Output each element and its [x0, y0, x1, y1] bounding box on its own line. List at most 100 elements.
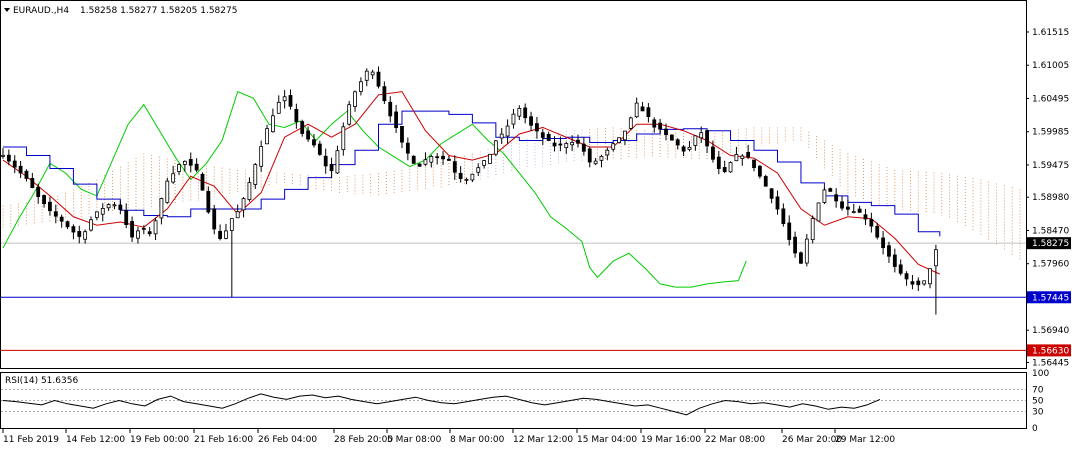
candle-body — [845, 206, 850, 210]
price-axis: 1.61515 1.61005 1.60495 1.59985 1.59475 1.589… — [1026, 28, 1071, 368]
time-tick-label: 26 Mar 20:00 — [782, 435, 842, 445]
main-plot-frame — [0, 0, 1027, 369]
rsi-tick-label: 30 — [1032, 408, 1044, 418]
chart-canvas[interactable]: 1.61515 1.61005 1.60495 1.59985 1.59475 1.589… — [0, 0, 1072, 450]
candle-body — [347, 104, 352, 125]
candle-body — [270, 115, 275, 133]
candle-body — [400, 125, 404, 143]
candle-body — [353, 91, 357, 107]
candle-body — [12, 160, 17, 168]
candle-body — [781, 208, 786, 224]
candle-body — [370, 71, 375, 76]
candle-body — [593, 160, 598, 165]
candle-body — [875, 225, 880, 238]
candle-body — [558, 143, 563, 146]
candle-body — [511, 113, 516, 125]
price-tick-label: 1.61005 — [1032, 61, 1069, 71]
rsi-label: RSI(14) 51.6356 — [5, 376, 78, 386]
candle-body — [476, 167, 481, 173]
candle-body — [53, 211, 58, 217]
candle-body — [722, 167, 727, 173]
candle-body — [464, 178, 469, 181]
candle-body — [828, 188, 833, 192]
candle-body — [916, 280, 921, 286]
candle-body — [840, 201, 844, 209]
candle-body — [306, 130, 311, 140]
candle-body — [669, 134, 674, 141]
candle-body — [165, 180, 170, 203]
price-box-label: 1.57445 — [1032, 293, 1069, 303]
candle-body — [48, 201, 52, 212]
candle-body — [182, 160, 187, 165]
candle-body — [570, 141, 575, 146]
price-tick-label: 1.58980 — [1032, 193, 1069, 203]
candle-body — [505, 125, 510, 137]
candle-body — [388, 101, 393, 117]
candle-body — [793, 236, 797, 254]
candle-body — [934, 249, 938, 267]
candle-body — [71, 226, 76, 233]
candle-body — [153, 220, 158, 235]
ohlc-values: 1.58258 1.58277 1.58205 1.58275 — [80, 6, 237, 16]
candle-body — [171, 173, 176, 183]
candle-body — [523, 107, 528, 119]
rsi-tick-label: 100 — [1032, 369, 1049, 379]
candle-body — [799, 252, 803, 264]
candle-body — [822, 189, 827, 203]
candle-body — [488, 153, 492, 164]
candle-body — [740, 155, 745, 159]
candle-body — [118, 204, 123, 210]
candle-body — [235, 211, 240, 219]
candle-body — [499, 133, 504, 139]
candle-body — [288, 95, 293, 107]
candle-body — [159, 198, 164, 219]
candle-body — [329, 164, 334, 172]
candle-body — [687, 146, 692, 150]
candle-body — [540, 132, 545, 138]
price-tick-label: 1.59475 — [1032, 161, 1069, 171]
candle-body — [804, 238, 809, 264]
candle-body — [253, 164, 258, 185]
candle-body — [664, 128, 668, 136]
candle-body — [224, 230, 228, 239]
candle-body — [716, 156, 721, 169]
candle-body — [229, 218, 234, 231]
candle-body — [757, 165, 762, 177]
candle-body — [605, 149, 610, 156]
current-price-box: 1.58275 — [1027, 237, 1071, 250]
candle-body — [640, 106, 645, 112]
candle-body — [359, 81, 363, 92]
candle-body — [634, 102, 639, 118]
candle-body — [112, 204, 117, 207]
candle-body — [898, 264, 903, 274]
candle-body — [470, 173, 475, 181]
candle-body — [734, 154, 739, 162]
candle-body — [130, 221, 134, 238]
level-price-box: 1.57445 — [1027, 291, 1071, 304]
candle-body — [482, 160, 487, 166]
candle-body — [763, 176, 768, 187]
candle-body — [652, 119, 657, 128]
candle-body — [887, 245, 891, 257]
candle-body — [452, 161, 457, 173]
candle-body — [247, 182, 252, 200]
candle-body — [364, 70, 369, 81]
time-tick-label: 8 Mar 00:00 — [450, 435, 505, 445]
candle-body — [611, 143, 616, 150]
time-tick-label: 19 Mar 16:00 — [641, 435, 701, 445]
candle-body — [769, 188, 774, 199]
time-tick-label: 15 Mar 04:00 — [577, 435, 637, 445]
time-axis: 11 Feb 2019 14 Feb 12:00 19 Feb 00:00 21 Fe… — [2, 429, 895, 445]
candle-body — [904, 273, 909, 280]
time-tick-label: 5 Mar 08:00 — [387, 435, 442, 445]
candle-body — [699, 132, 704, 139]
candle-body — [411, 155, 416, 164]
candle-body — [89, 219, 93, 231]
candle-body — [100, 208, 105, 215]
candle-body — [335, 150, 340, 174]
candle-body — [869, 218, 874, 227]
candle-body — [394, 111, 399, 129]
candle-body — [194, 163, 199, 171]
chart-window[interactable]: 1.61515 1.61005 1.60495 1.59985 1.59475 1.589… — [0, 0, 1072, 450]
candle-body — [36, 186, 41, 197]
